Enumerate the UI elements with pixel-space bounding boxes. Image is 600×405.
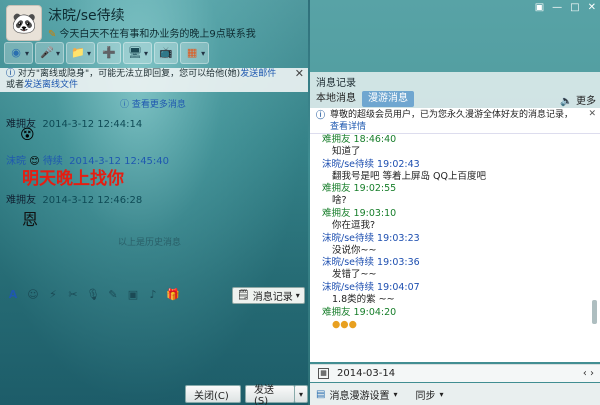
contact-status: ✎ 今天白天不在有事和办业务的晚上9点联系我 xyxy=(48,29,256,40)
more-button[interactable]: 🔈 更多 xyxy=(560,92,596,107)
close-icon[interactable]: ✕ xyxy=(295,68,304,79)
vip-notice: ⓘ 尊敬的超级会员用户，已为您永久漫游全体好友的消息记录， 查看详情 ✕ xyxy=(310,108,600,134)
close-icon[interactable]: ✕ xyxy=(588,2,596,13)
tab-local[interactable]: 本地消息 xyxy=(310,91,362,107)
chevron-down-icon[interactable]: ▾ xyxy=(393,390,397,399)
tab-roaming[interactable]: 漫游消息 xyxy=(362,91,414,107)
history-footer: ▤ 消息漫游设置 ▾ 同步 ▾ xyxy=(310,383,600,405)
chevron-down-icon[interactable]: ▾ xyxy=(144,49,148,58)
send-offline-file-link[interactable]: 发送离线文件 xyxy=(24,80,78,90)
message-text: 恩 xyxy=(22,210,39,229)
emoji-sticker: ●●● xyxy=(332,318,357,330)
maximize-icon[interactable]: □ xyxy=(570,2,579,13)
contact-name[interactable]: 沫晥/se待续 xyxy=(48,5,125,25)
chevron-down-icon[interactable]: ▾ xyxy=(56,49,60,58)
speaker-icon: 🔈 xyxy=(560,96,573,107)
message-header: 难拥友 2014-3-12 12:46:28 xyxy=(6,195,143,206)
video-call-icon: ◉ xyxy=(11,46,21,59)
avatar[interactable]: 🐼 xyxy=(6,5,42,41)
close-button[interactable]: 关闭(C) xyxy=(185,385,241,403)
voice-call-button[interactable]: 🎤 ▾ xyxy=(35,42,65,64)
chevron-down-icon: ▾ xyxy=(295,291,300,300)
chevron-down-icon[interactable]: ▾ xyxy=(201,49,205,58)
action-bar: 关闭(C) 发送(S) ▾ xyxy=(0,383,308,405)
view-details-link[interactable]: 查看详情 xyxy=(330,122,366,132)
emoji-icon[interactable]: ☺ xyxy=(25,287,41,303)
minimize-icon[interactable]: — xyxy=(552,2,562,13)
screen-share-button[interactable]: 📺 xyxy=(154,42,179,64)
message-text: 明天晚上找你 xyxy=(22,169,124,189)
view-more-messages-link[interactable]: ⓘ 查看更多消息 xyxy=(120,97,186,110)
status-icon: ✎ xyxy=(48,29,57,40)
music-icon[interactable]: ♪ xyxy=(145,287,161,303)
offline-notice: ⓘ 对方"离线或隐身"，可能无法立即回复，您可以给他(她)发送邮件 或者发送离线… xyxy=(0,68,308,92)
voice-icon[interactable]: 🎙 xyxy=(85,287,101,303)
history-divider: 以上是历史消息 xyxy=(118,238,182,248)
date-bar: ▦ 2014-03-14 ‹ › xyxy=(310,364,600,382)
apps-button[interactable]: ▦ ▾ xyxy=(180,42,210,64)
chevron-down-icon[interactable]: ▾ xyxy=(87,49,91,58)
list-item: 难拥友 18:46:40 知道了 xyxy=(322,134,397,157)
shake-icon[interactable]: ⚡ xyxy=(45,287,61,303)
voice-call-icon: 🎤 xyxy=(40,46,54,59)
add-contact-button[interactable]: ➕ xyxy=(97,42,122,64)
image-icon[interactable]: ▣ xyxy=(125,287,141,303)
list-item: 难拥友 19:02:55 啥? xyxy=(322,183,397,207)
video-call-button[interactable]: ◉ ▾ xyxy=(4,42,34,64)
send-button[interactable]: 发送(S) xyxy=(245,385,295,405)
history-list[interactable]: 难拥友 18:46:40 知道了 沫晥/se待续 19:02:43 翻我号是吧 等着… xyxy=(310,134,600,362)
gift-icon[interactable]: 🎁 xyxy=(165,287,181,303)
message-input[interactable] xyxy=(0,306,308,381)
list-item: 沫晥/se待续 19:03:36 发错了~~ xyxy=(322,257,420,281)
send-options-button[interactable]: ▾ xyxy=(294,385,308,403)
remote-assist-button[interactable]: 🖥 ▾ xyxy=(123,42,153,64)
send-email-link[interactable]: 发送邮件 xyxy=(240,69,276,79)
roaming-settings-button[interactable]: 消息漫游设置 xyxy=(329,387,389,402)
date-navigation[interactable]: ‹ › xyxy=(583,368,594,379)
sync-button[interactable]: 同步 xyxy=(415,387,435,402)
list-item: 沫晥/se待续 19:03:23 没说你~~ xyxy=(322,232,420,256)
list-item: 沫晥/se待续 19:04:07 1.8类的紫 ~~ xyxy=(322,282,420,306)
info-icon: ⓘ xyxy=(316,111,326,121)
chat-window: 🐼 沫晥/se待续 ✎ 今天白天不在有事和办业务的晚上9点联系我 ◉ ▾ 🎤 ▾ 📁 ▾… xyxy=(0,0,308,405)
info-icon: ⓘ xyxy=(6,69,16,79)
screenshot-icon[interactable]: ✂ xyxy=(65,287,81,303)
remote-icon: 🖥 xyxy=(128,46,143,59)
message-history-button[interactable]: 🗒 消息记录 ▾ xyxy=(232,287,305,304)
font-icon[interactable]: A xyxy=(5,287,21,303)
pencil-icon[interactable]: ✎ xyxy=(105,287,121,303)
list-item: 沫晥/se待续 19:02:43 翻我号是吧 等着上屏岛 QQ上百度吧 xyxy=(322,158,486,182)
emoji-sticker: 😵 xyxy=(20,127,35,143)
folder-icon: 📁 xyxy=(71,46,85,59)
file-transfer-button[interactable]: 📁 ▾ xyxy=(66,42,96,64)
calendar-icon[interactable]: ▦ xyxy=(318,368,329,379)
history-tabs: 本地消息 漫游消息 🔈 更多 xyxy=(310,90,600,108)
apps-icon: ▦ xyxy=(186,46,198,59)
scrollbar-thumb[interactable] xyxy=(592,300,597,324)
settings-icon: ▤ xyxy=(316,388,326,400)
history-title: 消息记录 xyxy=(310,72,600,90)
screen-share-icon: 📺 xyxy=(159,46,173,59)
list-item: 难拥友 19:03:10 你在逗我? xyxy=(322,208,397,232)
chat-toolbar: ◉ ▾ 🎤 ▾ 📁 ▾ ➕ 🖥 ▾ 📺 ▦ ▾ xyxy=(4,42,210,66)
window-controls: ▣ — □ ✕ xyxy=(535,2,596,13)
chevron-down-icon[interactable]: ▾ xyxy=(439,390,443,399)
close-icon[interactable]: ✕ xyxy=(588,108,596,120)
add-contact-icon: ➕ xyxy=(102,46,116,59)
skin-icon[interactable]: ▣ xyxy=(535,2,544,13)
list-item: 难拥友 19:04:20 ●●● xyxy=(310,307,600,332)
history-icon: 🗒 xyxy=(237,290,250,301)
chevron-down-icon[interactable]: ▾ xyxy=(25,49,29,58)
